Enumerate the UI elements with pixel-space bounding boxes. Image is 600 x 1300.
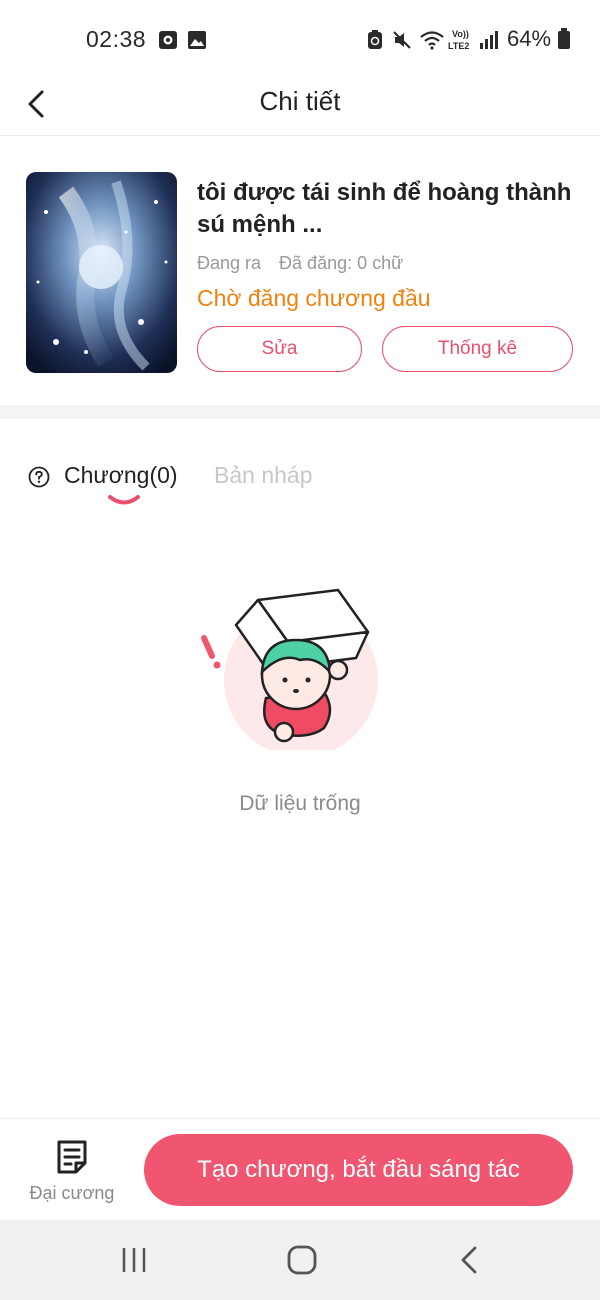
box-character-illustration — [201, 588, 378, 750]
battery-saver-icon — [368, 30, 382, 49]
system-navigation-bar — [0, 1220, 600, 1300]
chapter-tabs: Chương(0) Bản nháp — [0, 440, 600, 520]
svg-text:Vo)): Vo)) — [452, 29, 469, 39]
book-cover-image[interactable] — [26, 172, 177, 373]
alarm-icon — [159, 31, 177, 49]
active-tab-indicator — [108, 495, 140, 505]
signal-icon — [480, 31, 498, 49]
book-meta: Đang ra Đã đăng: 0 chữ — [197, 253, 421, 274]
mute-icon — [393, 31, 411, 49]
document-list-icon — [57, 1140, 87, 1174]
battery-icon — [558, 28, 570, 49]
svg-text:LTE2: LTE2 — [448, 41, 469, 51]
status-time: 02:38 — [86, 26, 147, 52]
outline-button[interactable]: Đại cương — [20, 1135, 124, 1211]
book-title: tôi được tái sinh để hoàng thành sú mệnh… — [197, 179, 572, 238]
question-circle-icon[interactable] — [28, 466, 50, 488]
wifi-icon — [420, 31, 444, 50]
status-bar: 02:38 Vo)) LTE2 64% — [0, 0, 600, 72]
gallery-icon — [188, 31, 206, 49]
book-info-card: tôi được tái sinh để hoàng thành sú mệnh… — [0, 137, 600, 405]
battery-percent: 64% — [507, 26, 552, 51]
recent-apps-icon[interactable] — [114, 1240, 154, 1280]
page-title: Chi tiết — [259, 86, 341, 116]
home-icon[interactable] — [282, 1240, 322, 1280]
tab-drafts[interactable]: Bản nháp — [214, 462, 312, 489]
book-status-label: Đang ra — [197, 253, 262, 273]
publish-status: Chờ đăng chương đầu — [197, 285, 431, 311]
app-header: Chi tiết — [0, 72, 600, 136]
create-chapter-button[interactable]: Tạo chương, bắt đầu sáng tác — [144, 1134, 573, 1206]
edit-button[interactable]: Sửa — [197, 326, 362, 372]
tab-chapters[interactable]: Chương(0) — [64, 462, 178, 489]
bottom-action-bar: Đại cương Tạo chương, bắt đầu sáng tác — [0, 1118, 600, 1220]
book-word-count: Đã đăng: 0 chữ — [279, 253, 404, 273]
back-icon[interactable] — [450, 1240, 490, 1280]
stats-button[interactable]: Thống kê — [382, 326, 573, 372]
outline-label: Đại cương — [29, 1183, 115, 1203]
volte-icon: Vo)) LTE2 — [448, 29, 469, 51]
section-divider — [0, 405, 600, 419]
empty-state-text: Dữ liệu trống — [239, 792, 361, 815]
